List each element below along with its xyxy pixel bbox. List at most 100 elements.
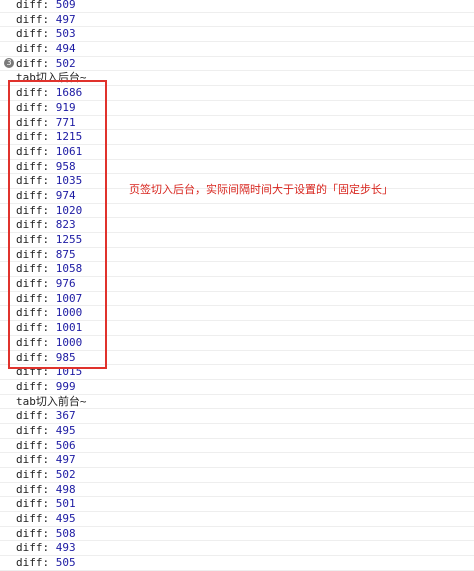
console-row: diff: 367: [0, 409, 474, 424]
diff-key: diff:: [16, 12, 56, 26]
diff-value: 509: [55, 0, 76, 11]
console-row: diff: 506: [0, 439, 474, 454]
console-log-message: tab切入前台~: [0, 395, 474, 410]
foreground-label: tab切入前台~: [16, 394, 87, 408]
diff-key: diff:: [16, 423, 56, 437]
diff-value: 501: [55, 497, 76, 511]
diff-value: 494: [55, 42, 76, 56]
diff-value: 999: [55, 379, 76, 393]
diff-key: diff:: [16, 321, 56, 335]
diff-key: diff:: [16, 42, 56, 56]
console-row: diff: 1001: [0, 321, 474, 336]
diff-value: 498: [55, 482, 76, 496]
console-row: diff: 823: [0, 218, 474, 233]
diff-value: 985: [55, 350, 76, 364]
diff-value: 503: [55, 27, 76, 41]
console-row: diff: 493: [0, 541, 474, 557]
console-row: diff: 502: [0, 468, 474, 483]
diff-value: 508: [55, 526, 76, 540]
diff-value: 505: [55, 556, 76, 570]
console-row: diff: 505: [0, 556, 474, 571]
diff-value: 771: [55, 115, 76, 129]
diff-value: 1000: [55, 306, 83, 320]
diff-key: diff:: [16, 218, 56, 232]
console-row: diff: 919: [0, 101, 474, 116]
console-row: diff: 1000: [0, 336, 474, 351]
diff-key: diff:: [16, 556, 56, 570]
diff-value: 1020: [55, 203, 83, 217]
diff-key: diff:: [16, 438, 56, 452]
diff-value: 497: [55, 12, 76, 26]
repeat-count-badge: 3: [4, 58, 14, 69]
diff-value: 367: [55, 409, 76, 423]
console-row: diff: 508: [0, 527, 474, 542]
diff-value: 919: [55, 100, 76, 114]
console-row: diff: 1020: [0, 204, 474, 219]
diff-key: diff:: [16, 541, 56, 555]
diff-value: 823: [55, 218, 76, 232]
console-row: diff: 497: [0, 13, 474, 28]
console-row: diff: 1061: [0, 145, 474, 160]
console-row: diff: 494: [0, 42, 474, 57]
diff-key: diff:: [16, 306, 56, 320]
console-row: diff: 1686: [0, 86, 474, 101]
diff-key: diff:: [16, 100, 56, 114]
diff-key: diff:: [16, 86, 56, 100]
console-row: diff: 495: [0, 512, 474, 527]
console-row: diff: 495: [0, 424, 474, 439]
console-row: diff: 1215: [0, 130, 474, 145]
diff-value: 493: [55, 541, 76, 555]
console-row: diff: 497: [0, 453, 474, 468]
diff-key: diff:: [16, 335, 56, 349]
diff-value: 976: [55, 277, 76, 291]
console-row: diff: 771: [0, 116, 474, 131]
background-label: tab切入后台~: [16, 71, 87, 85]
diff-value: 958: [55, 159, 76, 173]
diff-value: 495: [55, 512, 76, 526]
console-row: diff: 875: [0, 248, 474, 263]
diff-key: diff:: [16, 247, 56, 261]
diff-value: 875: [55, 247, 76, 261]
console-row: diff: 999: [0, 380, 474, 395]
diff-key: diff:: [16, 482, 56, 496]
diff-value: 495: [55, 423, 76, 437]
console-row: diff: 958: [0, 160, 474, 175]
console-log-message: tab切入后台~: [0, 71, 474, 87]
diff-key: diff:: [16, 512, 56, 526]
diff-key: diff:: [16, 453, 56, 467]
diff-key: diff:: [16, 188, 56, 202]
diff-key: diff:: [16, 0, 56, 11]
console-row: diff: 1255: [0, 233, 474, 248]
console-row: diff: 509: [0, 0, 474, 13]
diff-value: 1015: [55, 365, 83, 379]
diff-value: 1058: [55, 262, 83, 276]
diff-key: diff:: [16, 203, 56, 217]
annotation-text: 页签切入后台，实际间隔时间大于设置的「固定步长」: [129, 183, 393, 196]
console-row: diff: 498: [0, 483, 474, 498]
diff-value: 506: [55, 438, 76, 452]
diff-value: 1035: [55, 174, 83, 188]
console-row-grouped[interactable]: 3 diff: 502: [0, 57, 474, 72]
console-row: diff: 1015: [0, 365, 474, 380]
diff-key: diff:: [16, 379, 56, 393]
console-row: diff: 1007: [0, 292, 474, 307]
diff-key: diff:: [16, 365, 56, 379]
diff-key: diff:: [16, 526, 56, 540]
diff-key: diff:: [16, 144, 56, 158]
diff-key: diff:: [16, 277, 56, 291]
diff-value: 1061: [55, 144, 83, 158]
diff-value: 1000: [55, 335, 83, 349]
diff-value: 502: [55, 56, 76, 70]
diff-key: diff:: [16, 233, 56, 246]
console-row: diff: 503: [0, 27, 474, 43]
diff-value: 1007: [55, 291, 83, 305]
diff-value: 1255: [55, 233, 83, 246]
diff-key: diff:: [16, 350, 56, 364]
diff-key: diff:: [16, 56, 56, 70]
console-row: diff: 985: [0, 351, 474, 366]
diff-key: diff:: [16, 115, 56, 129]
console-row: diff: 1000: [0, 306, 474, 322]
console-row: diff: 1058: [0, 262, 474, 278]
console-row: diff: 976: [0, 277, 474, 292]
console-row: diff: 501: [0, 497, 474, 513]
